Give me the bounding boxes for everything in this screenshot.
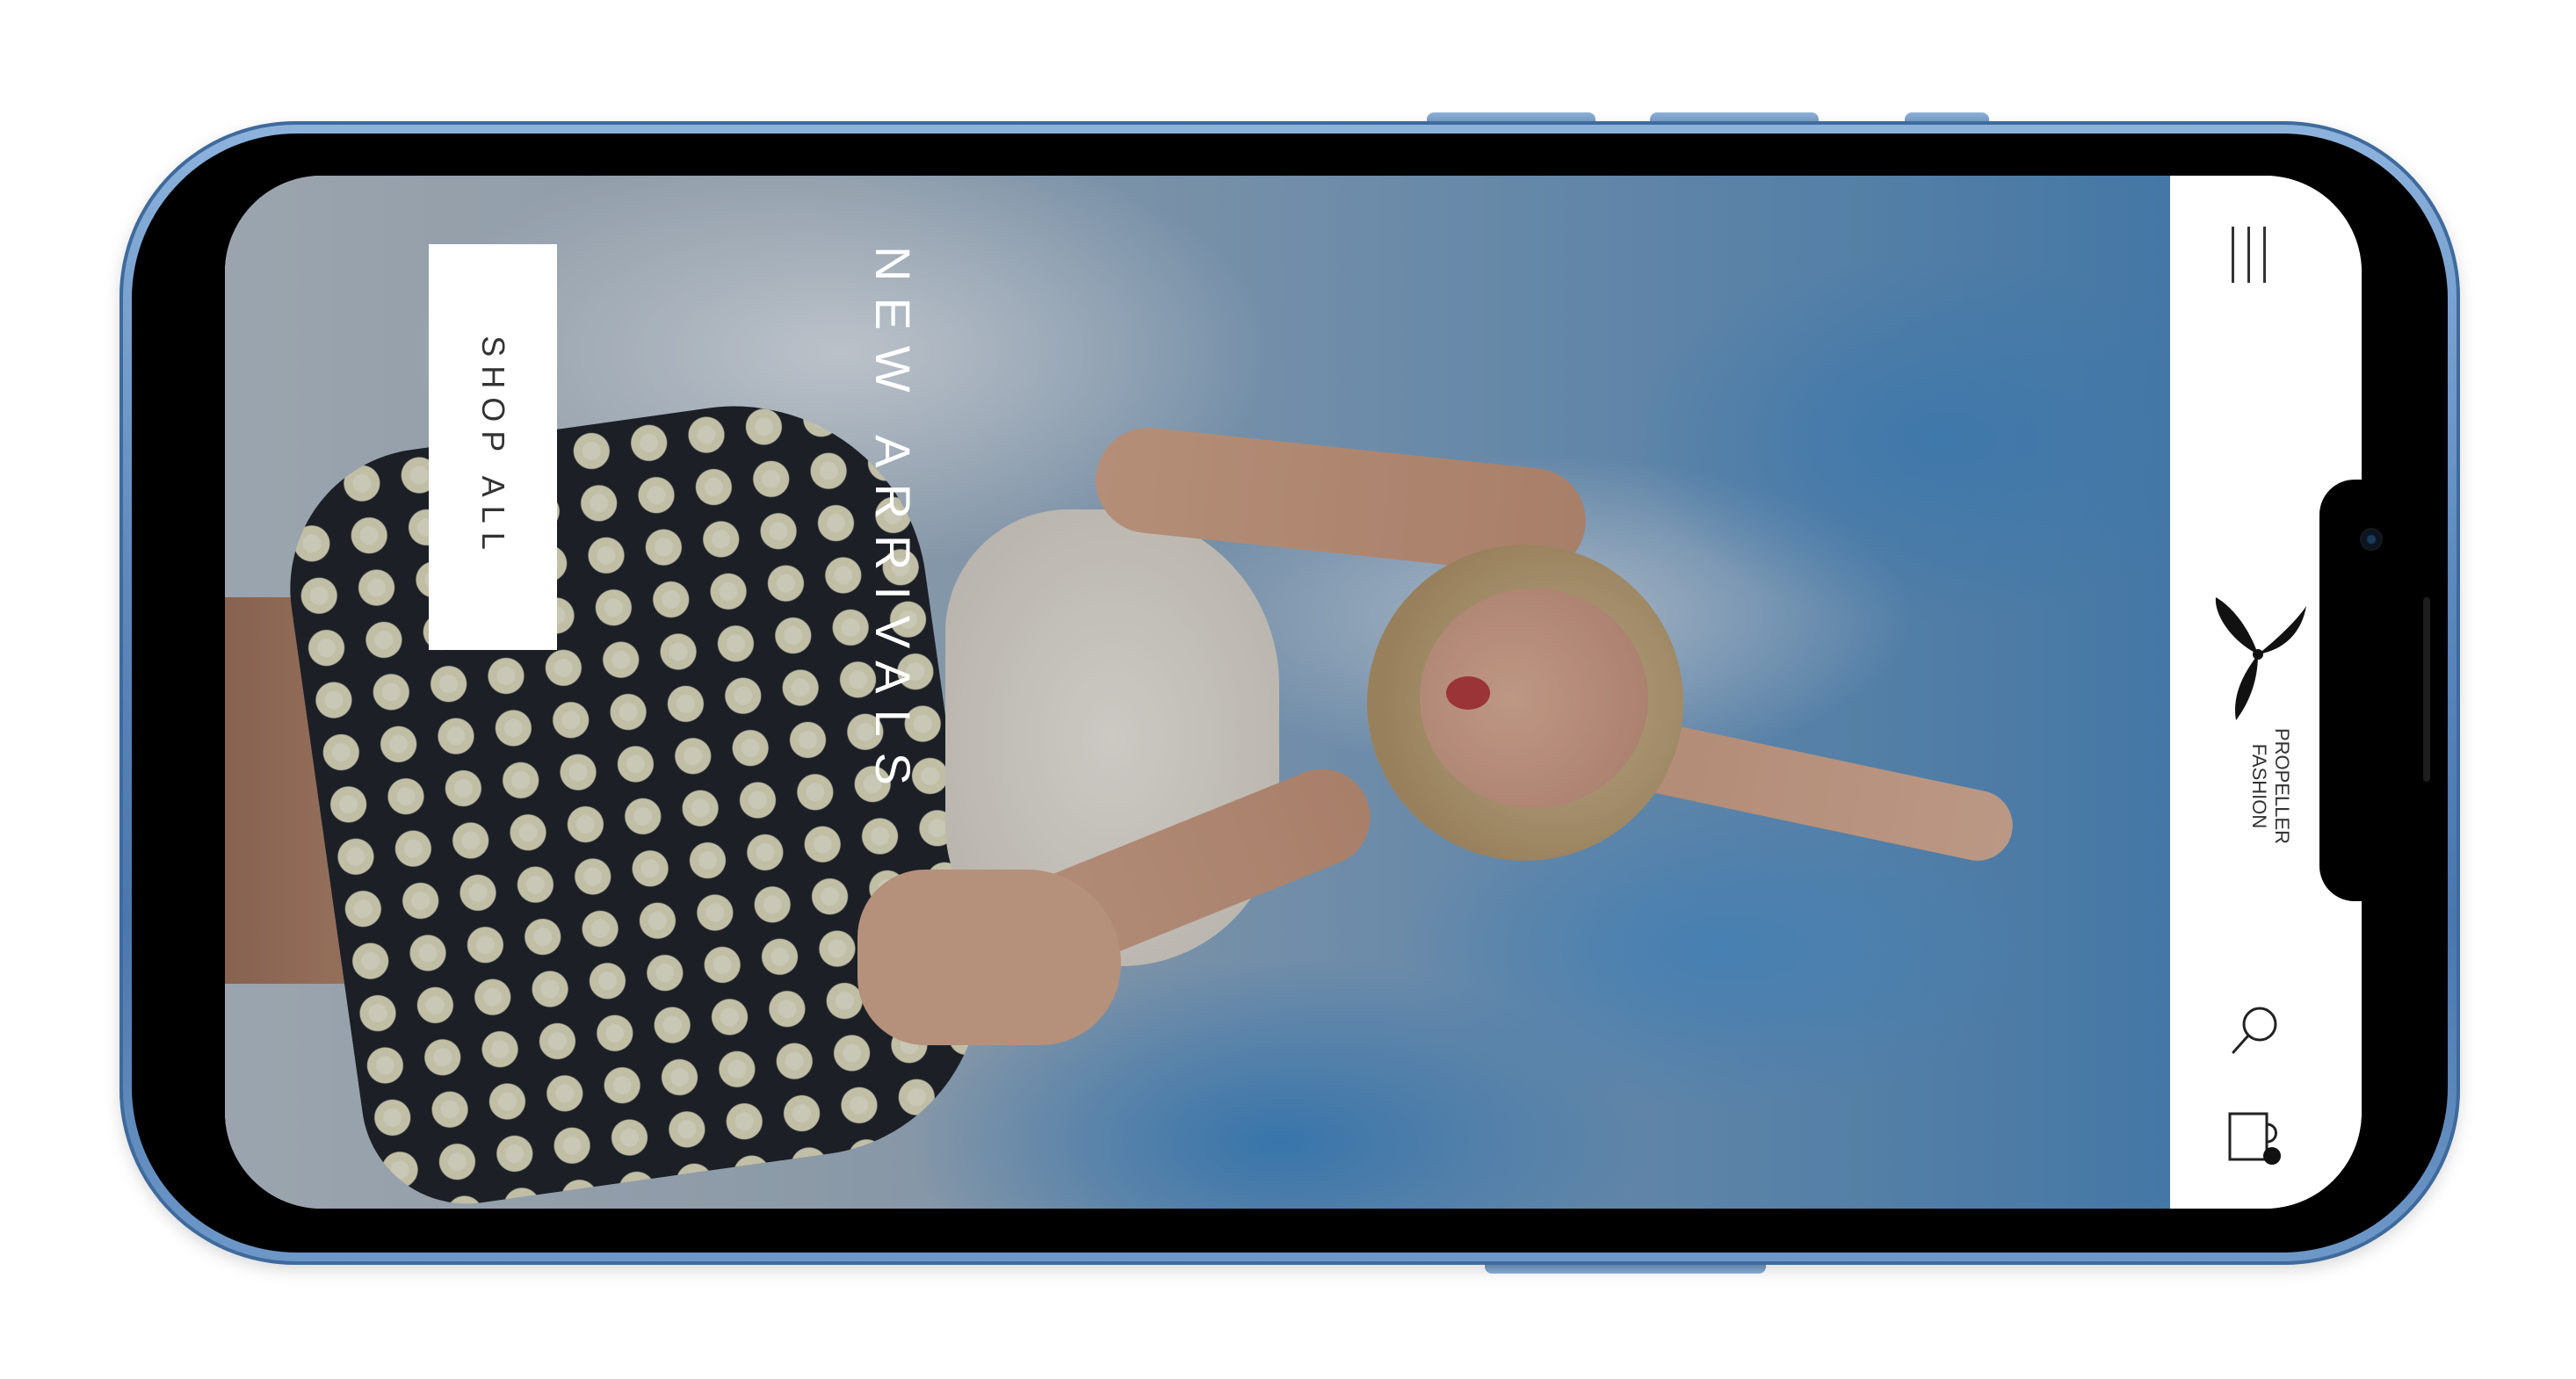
device-mockup: NEW ARRIVALS SHOP ALL PROPELLER FASHION xyxy=(0,0,2576,1379)
brand-name-line2: FASHION xyxy=(2248,743,2270,829)
brand-name-line1: PROPELLER xyxy=(2271,727,2293,845)
shop-all-button[interactable]: SHOP ALL xyxy=(429,244,557,650)
brand-logo[interactable]: PROPELLER FASHION xyxy=(2205,580,2328,844)
hero-headline: NEW ARRIVALS xyxy=(865,246,921,801)
side-button xyxy=(2423,597,2430,782)
cart-icon xyxy=(2228,1112,2281,1165)
menu-button[interactable] xyxy=(2212,220,2283,290)
menu-icon xyxy=(2247,227,2250,283)
search-icon xyxy=(2232,1007,2277,1054)
menu-icon xyxy=(2263,227,2266,283)
hero-banner[interactable]: NEW ARRIVALS SHOP ALL xyxy=(225,176,2170,1209)
brand-name: PROPELLER FASHION xyxy=(2247,672,2293,900)
search-button[interactable] xyxy=(2225,1000,2286,1061)
cart-button[interactable] xyxy=(2225,1105,2295,1175)
phone-screen: NEW ARRIVALS SHOP ALL PROPELLER FASHION xyxy=(225,176,2362,1209)
front-camera xyxy=(2362,530,2381,549)
shop-all-label: SHOP ALL xyxy=(475,336,511,559)
menu-icon xyxy=(2232,227,2234,283)
